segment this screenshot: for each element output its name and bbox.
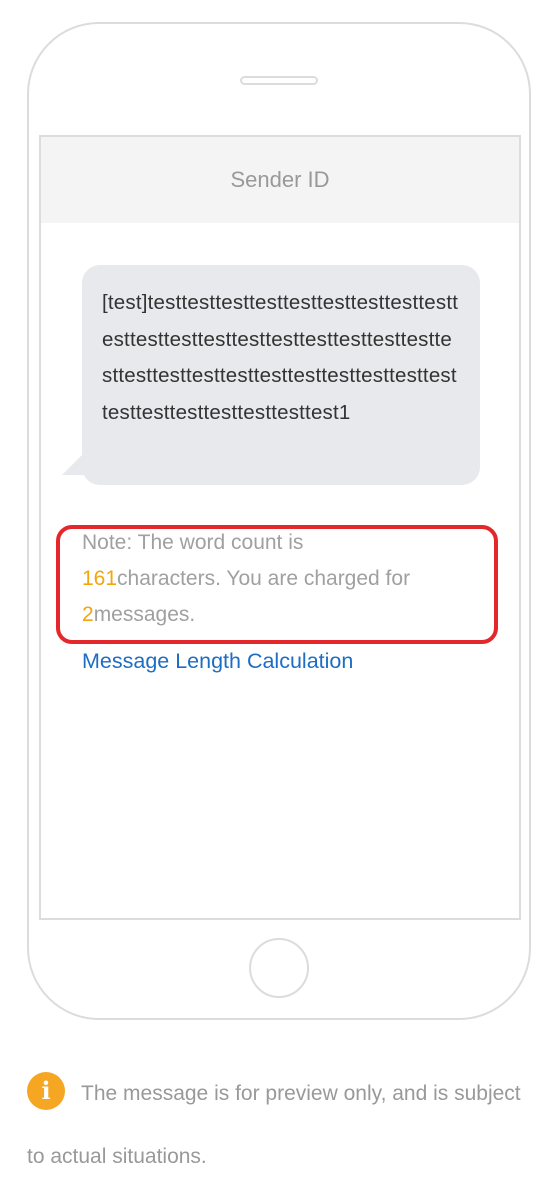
character-count: 161 <box>82 567 118 590</box>
phone-home-button <box>249 938 309 998</box>
message-text: [test]testtesttesttesttesttesttesttestte… <box>102 291 459 424</box>
phone-screen: Sender ID [test]testtesttesttesttesttest… <box>39 135 521 920</box>
phone-speaker <box>240 76 318 85</box>
sender-id-label: Sender ID <box>230 167 330 192</box>
preview-disclaimer: i The message is for preview only, and is… <box>27 1062 537 1180</box>
disclaimer-text: The message is for preview only, and is … <box>27 1082 521 1168</box>
info-icon: i <box>27 1072 65 1111</box>
message-bubble: [test]testtesttesttesttesttesttesttestte… <box>82 265 480 485</box>
note-prefix: Note: The word count is <box>82 531 304 554</box>
note-suffix: messages. <box>93 603 196 626</box>
note-middle: characters. You are charged for <box>117 567 411 590</box>
sms-header: Sender ID <box>41 137 519 223</box>
preview-page: Sender ID [test]testtesttesttesttesttest… <box>0 0 560 1180</box>
message-count: 2 <box>82 603 94 626</box>
phone-frame: Sender ID [test]testtesttesttesttesttest… <box>27 22 531 1020</box>
message-length-calculation-link[interactable]: Message Length Calculation <box>82 649 353 674</box>
word-count-note: Note: The word count is 161characters. Y… <box>82 525 492 633</box>
